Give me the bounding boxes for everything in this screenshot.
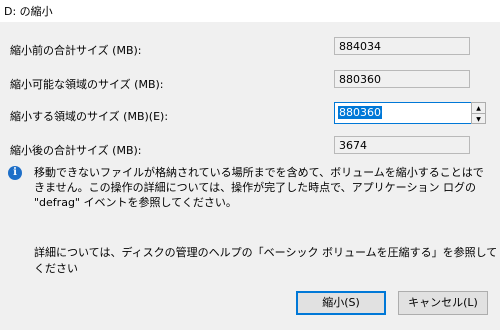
total-after-label: 縮小後の合計サイズ (MB): [10,144,142,157]
spin-down-icon[interactable]: ▼ [472,113,485,124]
shrink-size-label: 縮小する領域のサイズ (MB)(E): [10,110,169,123]
available-size-field: 880360 [334,70,470,88]
total-before-label: 縮小前の合計サイズ (MB): [10,44,142,57]
shrink-size-value: 880360 [338,106,382,119]
spin-up-icon[interactable]: ▲ [472,103,485,113]
help-text: 詳細については、ディスクの管理のヘルプの「ベーシック ボリュームを圧縮する」を参… [34,246,498,275]
available-size-label: 縮小可能な領域のサイズ (MB): [10,78,164,91]
total-before-field: 884034 [334,37,470,55]
info-message: 移動できないファイルが格納されている場所までを含めて、ボリュームを縮小することは… [34,166,484,209]
shrink-button[interactable]: 縮小(S) [296,291,386,315]
shrink-size-spinner[interactable]: ▲ ▼ [471,102,486,124]
total-after-field: 3674 [334,136,470,154]
window-title: D: の縮小 [4,5,53,18]
cancel-button[interactable]: キャンセル(L) [398,291,488,315]
info-icon: i [8,166,22,180]
title-bar: D: の縮小 [0,0,500,22]
shrink-size-input[interactable]: 880360 [334,102,472,124]
